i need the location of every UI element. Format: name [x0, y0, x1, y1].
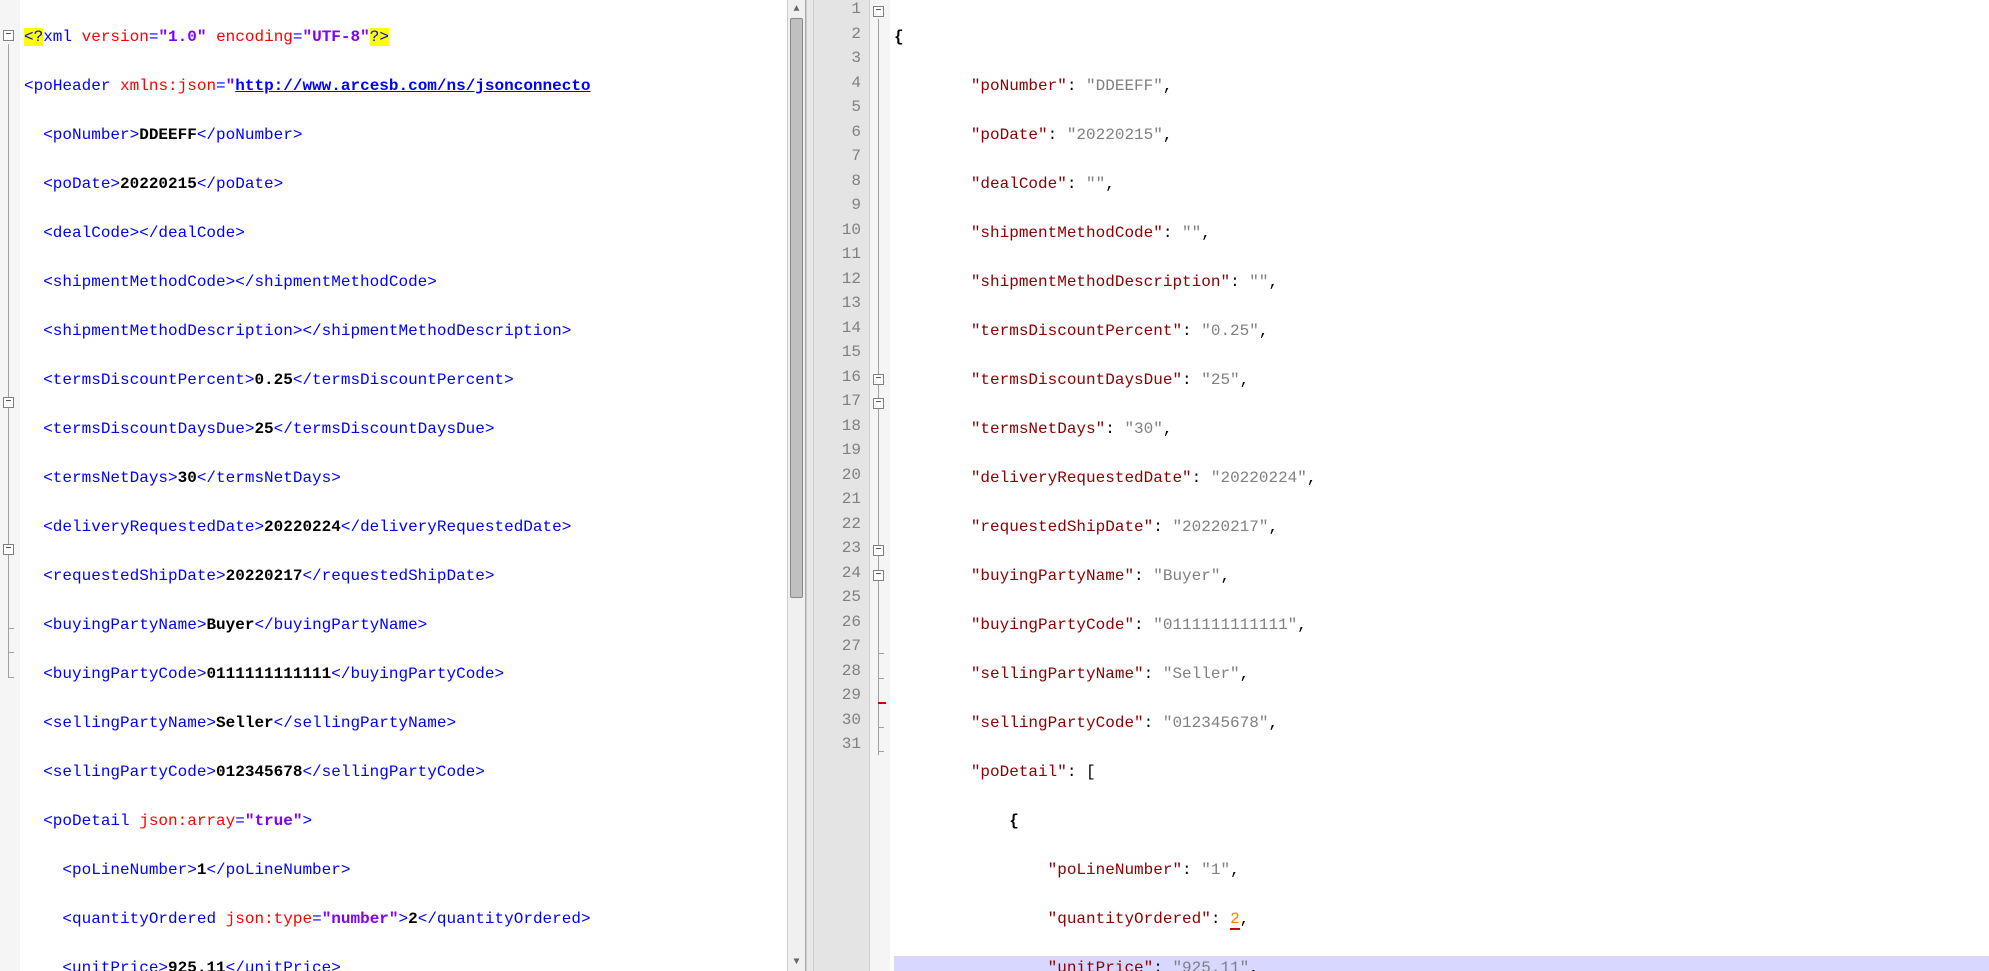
fold-toggle-icon[interactable]: −	[3, 30, 14, 41]
diff-marker-icon	[878, 702, 886, 704]
fold-toggle-icon[interactable]: −	[873, 570, 884, 581]
xml-pi-close: ?>	[370, 28, 389, 46]
fold-toggle-icon[interactable]: −	[873, 6, 884, 17]
json-fold-gutter[interactable]: − − − − −	[870, 0, 890, 971]
fold-toggle-icon[interactable]: −	[873, 398, 884, 409]
xml-vertical-scrollbar[interactable]: ▲ ▼	[787, 0, 805, 971]
json-code-area[interactable]: { "poNumber": "DDEEFF", "poDate": "20220…	[890, 0, 1989, 971]
scroll-up-icon[interactable]: ▲	[788, 0, 805, 18]
namespace-url: http://www.arcesb.com/ns/jsonconnecto	[235, 77, 590, 95]
quantity-ordered-value: 2	[1230, 910, 1240, 930]
xml-pi-open: <?	[24, 28, 43, 46]
json-editor-pane: 1 2 3 4 5 6 7 8 9 10 11 12 13 14 15 16 1…	[814, 0, 1989, 971]
xml-code-area[interactable]: <?xml version="1.0" encoding="UTF-8"?> <…	[20, 0, 787, 971]
scrollbar-thumb[interactable]	[790, 18, 803, 598]
fold-toggle-icon[interactable]: −	[3, 544, 14, 555]
fold-toggle-icon[interactable]: −	[873, 374, 884, 385]
scroll-down-icon[interactable]: ▼	[788, 953, 805, 971]
json-line-numbers: 1 2 3 4 5 6 7 8 9 10 11 12 13 14 15 16 1…	[814, 0, 870, 971]
fold-toggle-icon[interactable]: −	[873, 545, 884, 556]
fold-toggle-icon[interactable]: −	[3, 397, 14, 408]
pane-splitter[interactable]	[806, 0, 814, 971]
xml-tag: poHeader	[34, 77, 111, 95]
line-number: 1	[814, 0, 861, 25]
xml-fold-gutter[interactable]: − − −	[0, 0, 20, 971]
xml-editor-pane: − − − <?xml version="1.0" encoding="UTF-…	[0, 0, 806, 971]
